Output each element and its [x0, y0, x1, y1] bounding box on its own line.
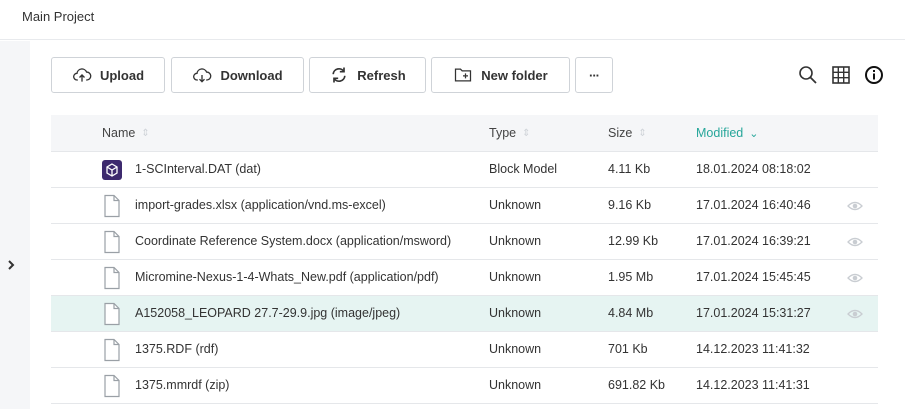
table-row[interactable]: 1375.mmrdf (zip) Unknown 691.82 Kb 14.12.20…	[51, 368, 878, 404]
file-modified: 17.01.2024 16:40:46	[696, 198, 811, 212]
file-size: 1.95 Mb	[608, 270, 654, 284]
preview-eye-icon[interactable]	[847, 271, 863, 285]
file-name: 1375.mmrdf (zip)	[135, 378, 230, 392]
column-header-type[interactable]: Type ⇕	[489, 126, 531, 140]
table-header: Name ⇕ Type ⇕ Size ⇕ Modified ⌄	[51, 115, 878, 152]
cloud-download-icon	[193, 68, 212, 83]
file-size: 12.99 Kb	[608, 234, 659, 248]
refresh-button[interactable]: Refresh	[309, 57, 426, 93]
file-icon	[101, 374, 123, 398]
file-table: Name ⇕ Type ⇕ Size ⇕ Modified ⌄ 1-SCInterval…	[51, 115, 878, 404]
file-size: 9.16 Kb	[608, 198, 652, 212]
file-icon	[101, 194, 123, 218]
file-type: Unknown	[489, 306, 542, 320]
file-modified: 14.12.2023 11:41:32	[696, 342, 810, 356]
cloud-upload-icon	[73, 68, 92, 82]
file-icon	[101, 338, 123, 362]
file-type: Unknown	[489, 342, 542, 356]
sort-descending-icon: ⌄	[749, 127, 759, 140]
file-name: A152058_LEOPARD 27.7-29.9.jpg (image/jpe…	[135, 306, 401, 320]
file-name: 1-SCInterval.DAT (dat)	[135, 162, 261, 176]
table-row[interactable]: Coordinate Reference System.docx (applic…	[51, 224, 878, 260]
file-size: 4.11 Kb	[608, 162, 651, 176]
top-bar: Main Project	[0, 0, 905, 40]
file-icon	[101, 302, 123, 326]
file-modified: 17.01.2024 15:31:27	[696, 306, 811, 320]
info-icon[interactable]	[863, 64, 885, 86]
sort-icon: ⇕	[522, 127, 531, 139]
refresh-icon	[332, 67, 346, 83]
file-name: Coordinate Reference System.docx (applic…	[135, 234, 452, 248]
upload-label: Upload	[99, 67, 145, 83]
file-name: import-grades.xlsx (application/vnd.ms-e…	[135, 198, 386, 212]
table-body: 1-SCInterval.DAT (dat) Block Model 4.11 Kb…	[51, 152, 878, 404]
folder-plus-icon	[455, 68, 472, 82]
file-size: 701 Kb	[608, 342, 648, 356]
sort-icon: ⇕	[141, 127, 150, 139]
more-icon: ···	[589, 67, 600, 83]
table-row[interactable]: 1-SCInterval.DAT (dat) Block Model 4.11 Kb…	[51, 152, 878, 188]
file-type: Unknown	[489, 378, 542, 392]
file-type: Unknown	[489, 234, 542, 248]
preview-eye-icon[interactable]	[847, 199, 863, 213]
search-icon[interactable]	[797, 64, 819, 86]
upload-button[interactable]: Upload	[51, 57, 165, 93]
file-name: Micromine-Nexus-1-4-Whats_New.pdf (appli…	[135, 270, 439, 284]
file-modified: 17.01.2024 15:45:45	[696, 270, 811, 284]
column-header-modified[interactable]: Modified ⌄	[696, 126, 758, 140]
file-type: Unknown	[489, 270, 542, 284]
sidebar-collapsed	[0, 41, 30, 409]
block-model-icon	[101, 158, 123, 182]
more-options-button[interactable]: ···	[575, 57, 613, 93]
file-size: 691.82 Kb	[608, 378, 665, 392]
file-type: Unknown	[489, 198, 542, 212]
file-modified: 14.12.2023 11:41:31	[696, 378, 810, 392]
breadcrumb[interactable]: Main Project	[22, 9, 94, 24]
refresh-label: Refresh	[357, 67, 406, 83]
new-folder-label: New folder	[481, 67, 548, 83]
column-header-name[interactable]: Name ⇕	[102, 126, 150, 140]
file-modified: 18.01.2024 08:18:02	[696, 162, 811, 176]
download-button[interactable]: Download	[171, 57, 304, 93]
file-name: 1375.RDF (rdf)	[135, 342, 219, 356]
grid-view-icon[interactable]	[830, 64, 852, 86]
preview-eye-icon[interactable]	[847, 235, 863, 249]
download-label: Download	[220, 67, 283, 83]
file-icon	[101, 266, 123, 290]
column-header-size[interactable]: Size ⇕	[608, 126, 647, 140]
table-row[interactable]: import-grades.xlsx (application/vnd.ms-e…	[51, 188, 878, 224]
preview-eye-icon[interactable]	[847, 307, 863, 321]
file-size: 4.84 Mb	[608, 306, 654, 320]
file-type: Block Model	[489, 162, 558, 176]
table-row[interactable]: 1375.RDF (rdf) Unknown 701 Kb 14.12.2023 11…	[51, 332, 878, 368]
sort-icon: ⇕	[638, 127, 647, 139]
file-icon	[101, 230, 123, 254]
new-folder-button[interactable]: New folder	[431, 57, 570, 93]
table-row[interactable]: Micromine-Nexus-1-4-Whats_New.pdf (appli…	[51, 260, 878, 296]
chevron-right-icon[interactable]	[5, 259, 17, 271]
file-modified: 17.01.2024 16:39:21	[696, 234, 811, 248]
table-row[interactable]: A152058_LEOPARD 27.7-29.9.jpg (image/jpe…	[51, 296, 878, 332]
